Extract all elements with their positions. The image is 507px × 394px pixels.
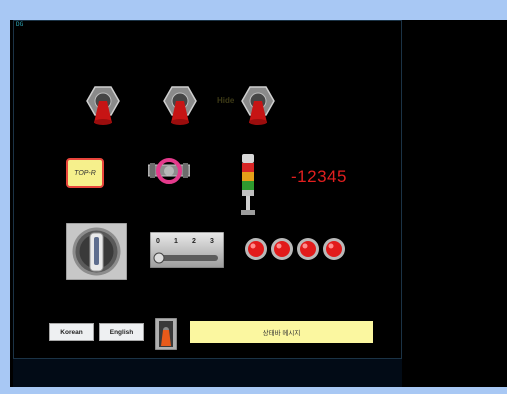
- led-icon-3: [297, 238, 319, 260]
- english-button[interactable]: English: [99, 323, 144, 341]
- korean-button[interactable]: Korean: [49, 323, 94, 341]
- toggle-switch-2[interactable]: [163, 83, 197, 125]
- led-icon-4: [323, 238, 345, 260]
- led-indicators: [245, 238, 345, 260]
- signal-tower-icon: [241, 154, 255, 215]
- scale-0: 0: [156, 238, 160, 245]
- hmi-window: DG Hide TOP-R -12345 0 1 2 3 Korean Engl…: [0, 0, 507, 394]
- bottom-strip: [13, 359, 402, 387]
- scale-3: 3: [210, 238, 214, 245]
- led-icon-1: [245, 238, 267, 260]
- topr-label[interactable]: TOP-R: [66, 158, 104, 188]
- toggle-switch-3[interactable]: [241, 83, 275, 125]
- corner-tag: DG: [16, 21, 24, 28]
- counter-display: -12345: [291, 167, 347, 186]
- toggle-switch-1[interactable]: [86, 83, 120, 125]
- rotary-selector-switch[interactable]: [66, 223, 127, 280]
- scale-2: 2: [192, 238, 196, 245]
- pipe-valve-icon[interactable]: [148, 155, 190, 187]
- led-icon-2: [271, 238, 293, 260]
- hide-label: Hide: [217, 96, 235, 105]
- hmi-panel: [13, 20, 402, 359]
- status-message-bar: 상태바 메시지: [190, 321, 373, 343]
- small-toggle-switch[interactable]: [155, 318, 177, 350]
- scale-1: 1: [174, 238, 178, 245]
- position-selector[interactable]: 0 1 2 3: [150, 232, 224, 268]
